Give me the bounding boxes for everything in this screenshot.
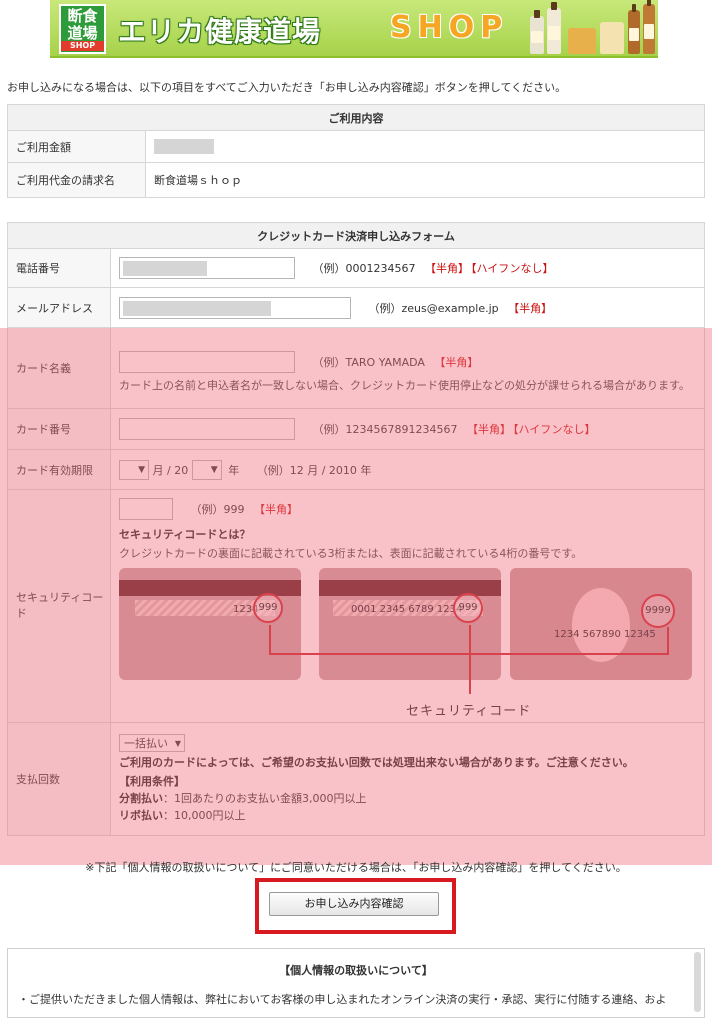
expiry-year-suffix: 年 — [228, 463, 240, 477]
payment-count-select[interactable]: 一括払い ▼ — [119, 734, 185, 752]
security-code-illustration: 1234 999 0001 2345 6789 1234 999 1234 56… — [119, 568, 693, 719]
no-hyphen-tag: 【ハイフンなし】 — [512, 423, 596, 436]
banner-title: エリカ健康道場 — [118, 15, 322, 48]
card-form-caption: クレジットカード決済申し込みフォーム — [7, 222, 705, 249]
card-number-label: カード番号 — [7, 408, 111, 450]
phone-input[interactable] — [119, 257, 295, 279]
privacy-scrollbar[interactable] — [694, 952, 701, 1012]
half-width-tag: 【半角】 — [508, 301, 553, 315]
consent-note: ※下記「個人情報の取扱いについて」にご同意いただける場合は、「お申し込み内容確認… — [85, 861, 627, 874]
card-number-input[interactable] — [119, 418, 295, 440]
shop-banner: 断食 道場 SHOP エリカ健康道場 SHOP — [50, 0, 658, 58]
expiry-month-select[interactable]: ▼ — [119, 459, 149, 480]
product-bottle-icon — [530, 10, 544, 54]
banner-shop-word: SHOP — [390, 10, 509, 45]
expiry-year-select[interactable]: ▼ — [191, 459, 222, 480]
payment-count-label: 支払回数 — [7, 722, 111, 836]
product-bottle-icon — [628, 4, 640, 54]
card-name-note: カード上の名前と申込者名が一致しない場合、クレジットカード使用停止などの処分が課… — [119, 378, 690, 392]
connector-lines — [269, 625, 669, 694]
usage-amount-label: ご利用金額 — [7, 130, 146, 163]
payment-warning: ご利用のカードによっては、ご希望のお支払い回数では処理出来ない場合があります。ご… — [119, 756, 634, 769]
privacy-title: 【個人情報の取扱いについて】 — [279, 964, 433, 977]
phone-example: （例）0001234567 — [312, 262, 416, 275]
card-name-input[interactable] — [119, 350, 295, 373]
intro-text: お申し込みになる場合は、以下の項目をすべてご入力いただき「お申し込み内容確認」ボ… — [7, 81, 567, 94]
expiry-label: カード有効期限 — [7, 449, 111, 490]
product-box-icon — [600, 22, 624, 54]
half-width-tag: 【半角】 — [254, 503, 298, 516]
installment-condition: 分割払い：1回あたりのお支払い金額3,000円以上 — [119, 792, 367, 805]
security-code-example: （例）999 — [190, 503, 245, 516]
no-hyphen-tag: 【ハイフンなし】 — [471, 262, 554, 275]
security-code-caption: セキュリティコード — [406, 704, 532, 719]
card-name-label: カード名義 — [7, 327, 111, 409]
usage-table-caption: ご利用内容 — [7, 104, 705, 131]
security-code-heading: セキュリティコードとは？ — [119, 528, 251, 541]
email-example: （例）zeus@example.jp — [368, 301, 499, 315]
payment-conditions-title: 【利用条件】 — [119, 775, 185, 788]
privacy-body: ・ご提供いただきました個人情報は、弊社においてお客様の申し込まれたオンライン決済… — [18, 993, 667, 1006]
usage-amount-value — [145, 130, 705, 163]
security-code-input[interactable] — [119, 498, 173, 520]
product-bottle-icon — [643, 0, 655, 54]
expiry-month-suffix: 月 / 20 — [152, 463, 189, 477]
product-box-icon — [568, 28, 596, 54]
product-bottle-icon — [547, 2, 561, 54]
half-width-tag: 【半角】 — [466, 423, 511, 436]
confirm-application-button[interactable]: お申し込み内容確認 — [269, 892, 439, 916]
email-input[interactable] — [119, 296, 351, 319]
privacy-policy-box: 【個人情報の取扱いについて】 ・ご提供いただきました個人情報は、弊社においてお客… — [7, 948, 705, 1018]
phone-label: 電話番号 — [7, 248, 111, 288]
half-width-tag: 【半角】 — [425, 262, 469, 275]
security-code-label: セキュリティコード — [7, 489, 111, 723]
billing-name-value: 断食道場ｓｈｏｐ — [145, 162, 705, 198]
half-width-tag: 【半角】 — [434, 355, 479, 369]
revolving-condition: リボ払い：10,000円以上 — [119, 809, 246, 822]
card-name-example: （例）TARO YAMADA — [312, 355, 425, 369]
card-number-example: （例）1234567891234567 — [312, 423, 458, 436]
billing-name-label: ご利用代金の請求名 — [7, 162, 146, 198]
email-label: メールアドレス — [7, 287, 111, 328]
chevron-down-icon: ▼ — [174, 738, 181, 748]
credit-card-form: クレジットカード決済申し込みフォーム 電話番号 （例）0001234567 【半… — [7, 222, 705, 836]
expiry-example: （例）12 月 / 2010 年 — [256, 463, 372, 477]
security-code-description: クレジットカードの裏面に記載されている3桁または、表面に記載されている4桁の番号… — [119, 547, 583, 560]
shop-logo: 断食 道場 SHOP — [59, 4, 106, 54]
usage-table: ご利用内容 ご利用金額 ご利用代金の請求名 断食道場ｓｈｏｐ — [7, 104, 705, 198]
